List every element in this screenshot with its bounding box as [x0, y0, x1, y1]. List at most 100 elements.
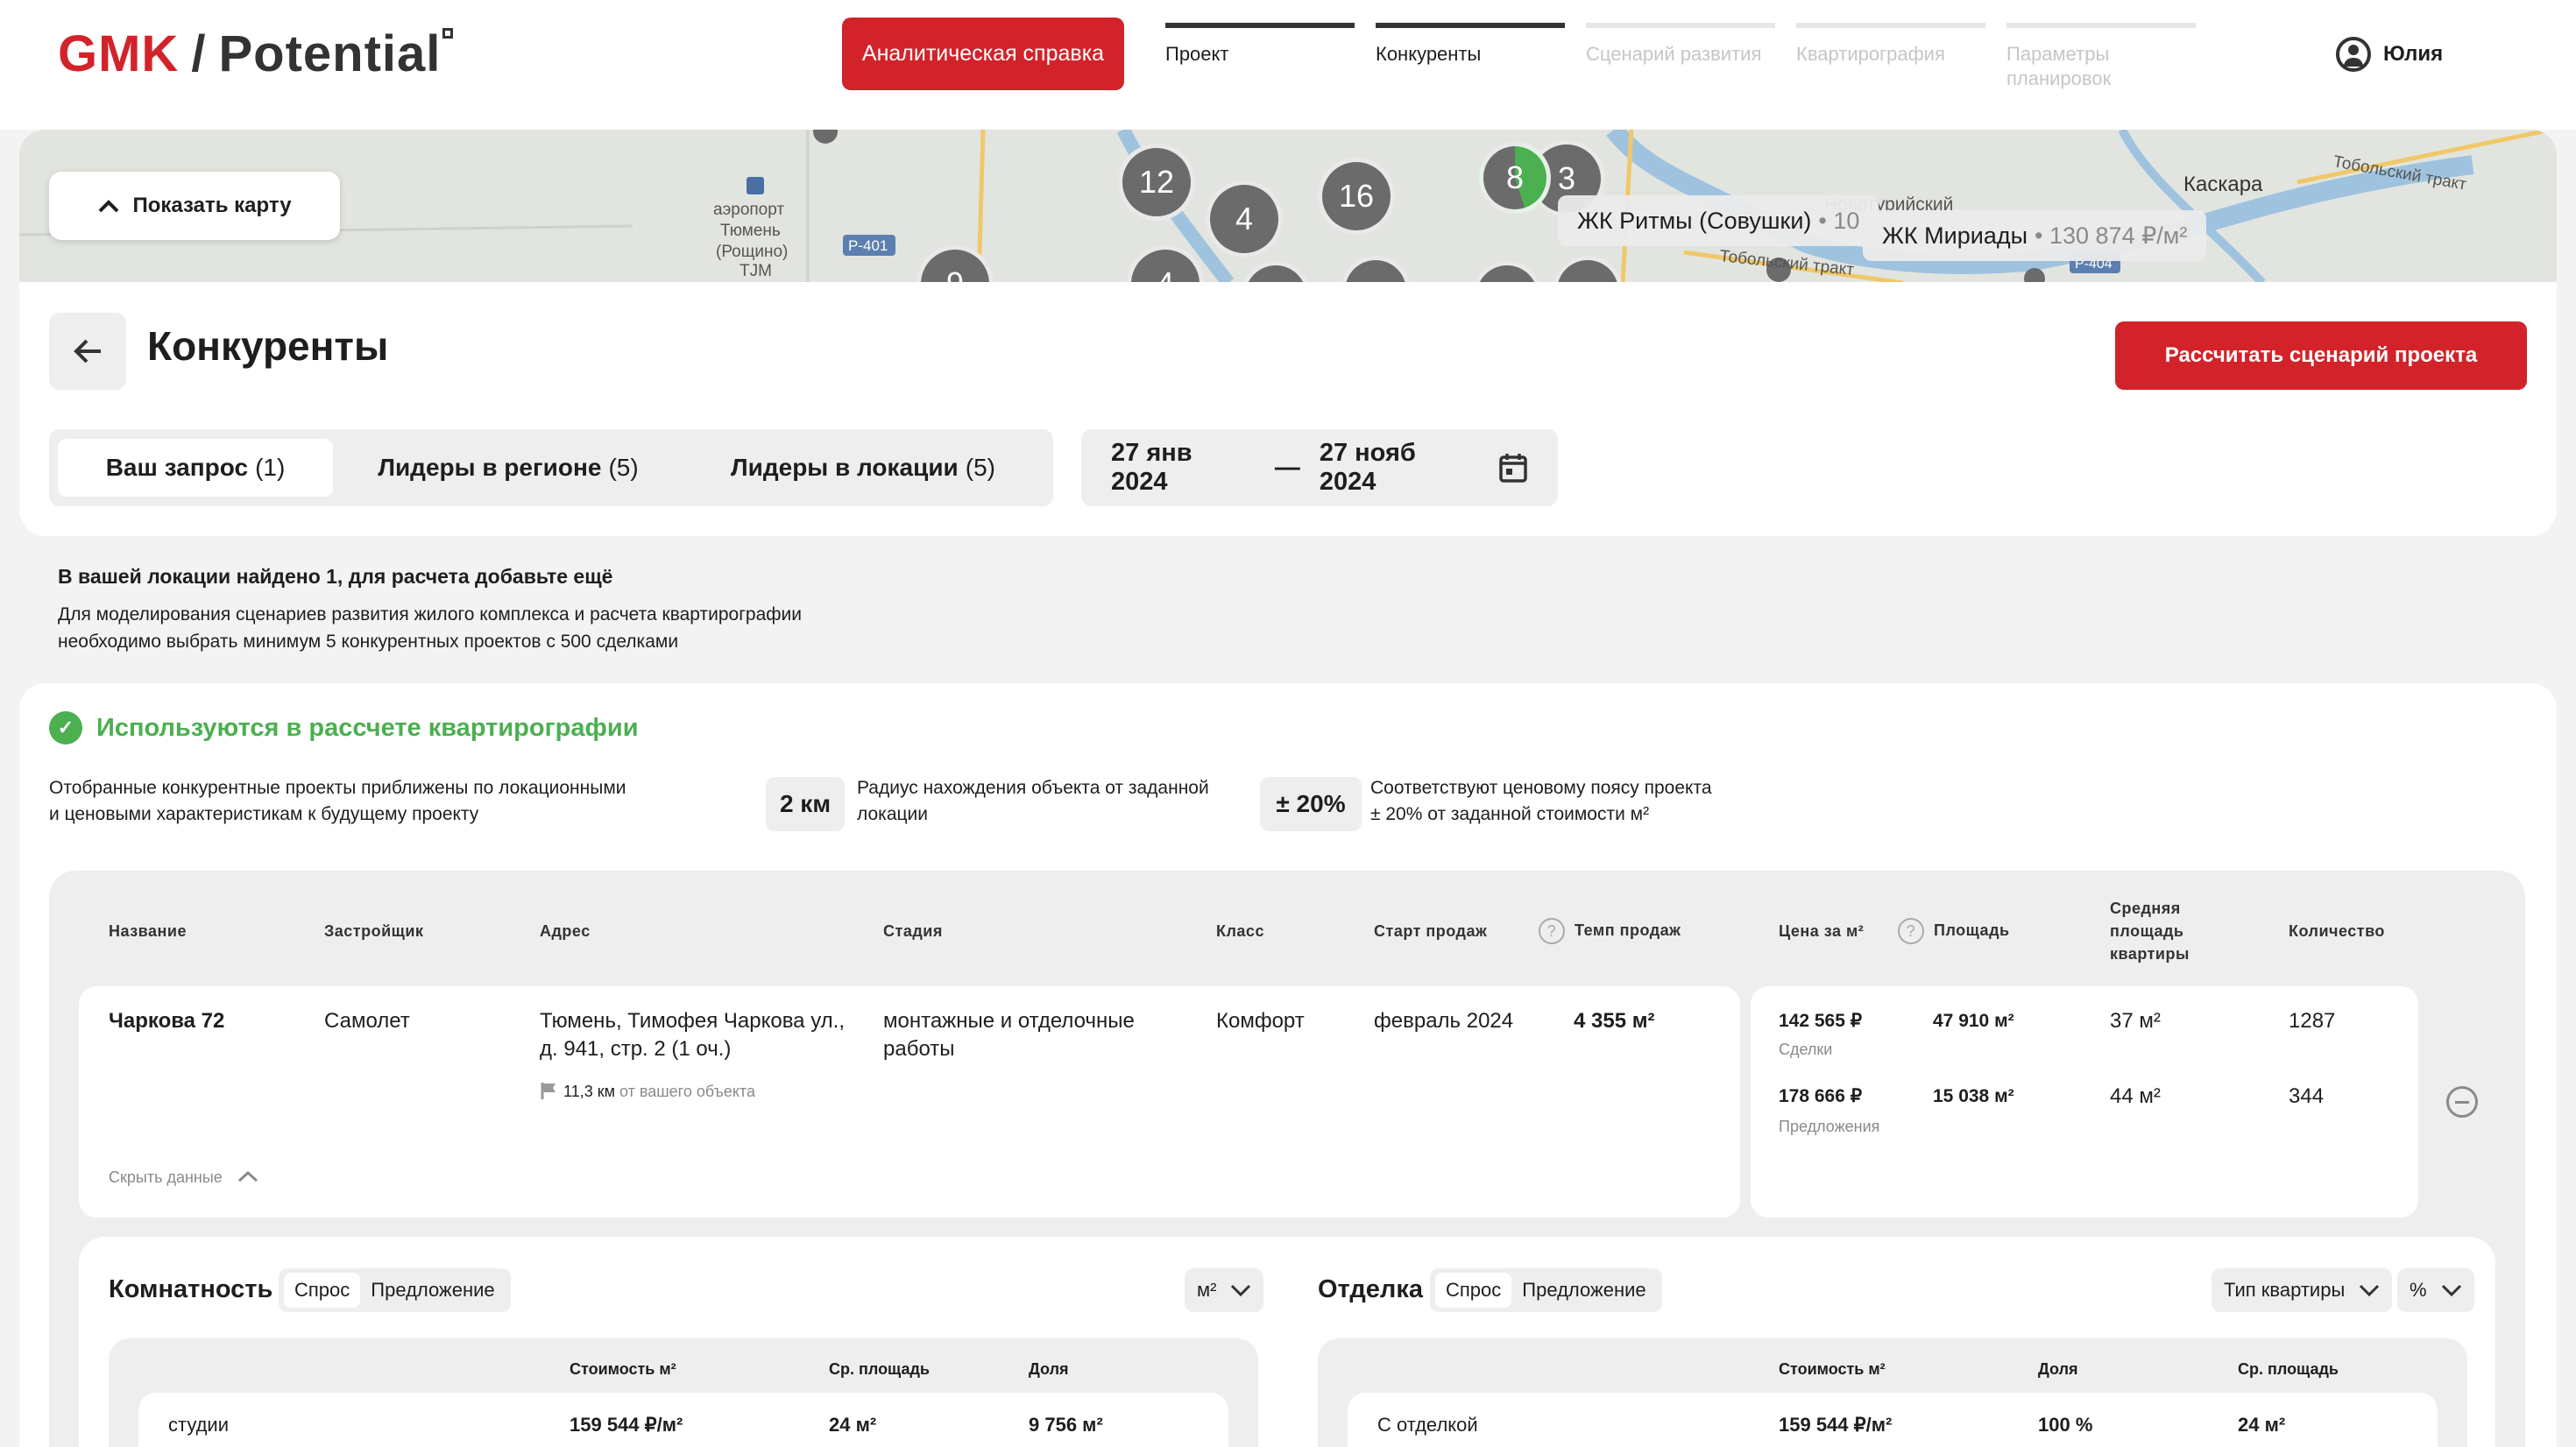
row-name[interactable]: Чаркова 72 [109, 1007, 224, 1035]
col-price[interactable]: Цена за м² [1779, 920, 1864, 942]
rooms-row-area: 24 м² [829, 1414, 877, 1436]
finish-row-name: С отделкой [1377, 1414, 1478, 1436]
calculate-scenario-button[interactable]: Рассчитать сценарий проекта [2115, 321, 2527, 390]
step-layout-params[interactable]: Параметры планировок [2006, 23, 2196, 91]
finish-row-area: 24 м² [2238, 1414, 2286, 1436]
step-project[interactable]: Проект [1165, 23, 1355, 91]
criteria-description: Отобранные конкурентные проекты приближе… [49, 778, 626, 824]
chevron-down-icon [2360, 1284, 2380, 1296]
analytics-report-button[interactable]: Аналитическая справка [842, 18, 1124, 90]
info-heading: В вашей локации найдено 1, для расчета д… [58, 565, 613, 588]
date-to: 27 нояб 2024 [1319, 439, 1416, 496]
back-button[interactable] [49, 313, 126, 390]
map-cluster[interactable]: 16 [1318, 158, 1395, 235]
hide-data-toggle[interactable]: Скрыть данные [109, 1163, 258, 1191]
map-label-tjm: TJM [740, 262, 772, 280]
col-developer[interactable]: Застройщик [324, 920, 423, 942]
finish-col-cost: Стоимость м² [1779, 1360, 1886, 1378]
logo-gmk: GMK [58, 25, 180, 82]
finish-row-share: 100 % [2038, 1414, 2093, 1436]
finish-title: Отделка [1318, 1275, 1423, 1303]
finish-toggle-demand[interactable]: Спрос [1435, 1273, 1512, 1308]
chevron-up-icon [99, 200, 119, 213]
radius-description: Радиус нахождения объекта от заданной лок… [857, 778, 1209, 824]
row-class: Комфорт [1216, 1009, 1305, 1033]
rooms-row-share: 9 756 м² [1029, 1414, 1103, 1436]
finish-col-area: Ср. площадь [2238, 1360, 2339, 1378]
page-title: Конкуренты [147, 323, 389, 369]
rooms-row-name: студии [168, 1414, 230, 1436]
col-stage[interactable]: Стадия [883, 920, 943, 942]
calendar-icon [1499, 454, 1527, 483]
col-quantity[interactable]: Количество [2289, 920, 2385, 942]
rooms-toggle-demand[interactable]: Спрос [284, 1273, 361, 1308]
user-menu[interactable]: Юлия [2336, 37, 2443, 72]
rooms-col-cost: Стоимость м² [570, 1360, 676, 1378]
map-cluster-highlight[interactable]: 8 [1479, 142, 1551, 214]
step-apartment-mix[interactable]: Квартирография [1796, 23, 1985, 91]
map-strip[interactable]: аэропорт Тюмень (Рощино) TJM Р-401 Каска… [19, 130, 2557, 283]
tab-region-leaders[interactable]: Лидеры в регионе (5) [333, 439, 683, 497]
price-range-description: Соответствуют ценовому поясу проекта ± 20… [1370, 778, 1712, 824]
help-icon[interactable]: ? [1539, 918, 1565, 944]
show-map-button[interactable]: Показать карту [49, 172, 340, 240]
date-dash: — [1274, 453, 1300, 482]
tooltip-price: • 10 [1818, 207, 1860, 234]
row-distance: 11,3 км от вашего объекта [540, 1077, 755, 1105]
rooms-toggle-offer[interactable]: Предложение [360, 1273, 505, 1308]
row-stage: монтажные и отделочные работы [883, 1009, 1135, 1061]
map-tooltip-miriady[interactable]: ЖК Мириады • 130 874 ₽/м² [1863, 210, 2207, 261]
arrow-left-icon [74, 339, 101, 364]
remove-competitor-icon[interactable] [2446, 1086, 2478, 1118]
tab-your-request[interactable]: Ваш запрос (1) [58, 439, 333, 497]
map-cluster[interactable]: 4 [1206, 180, 1283, 258]
date-range-picker[interactable]: 27 янв 2024 — 27 нояб 2024 [1081, 429, 1558, 506]
apartment-type-select[interactable]: Тип квартиры [2212, 1268, 2393, 1312]
tab-location-leaders[interactable]: Лидеры в локации (5) [683, 439, 1043, 497]
rooms-unit-select[interactable]: м² [1185, 1268, 1264, 1312]
info-text: Для моделирования сценариев развития жил… [58, 604, 802, 652]
map-label-kaskara: Каскара [2183, 173, 2263, 196]
map-cluster[interactable]: 12 [1118, 144, 1195, 221]
offers-area: 15 038 м² [1933, 1086, 2014, 1106]
map-tooltip-ritmy[interactable]: ЖК Ритмы (Совушки) • 10 [1558, 195, 1879, 246]
map-label-roshino: (Рощино) [716, 243, 788, 261]
col-sales-start[interactable]: Старт продаж [1374, 920, 1487, 942]
offers-label: Предложения [1779, 1118, 1880, 1135]
col-address[interactable]: Адрес [540, 920, 591, 942]
show-map-label: Показать карту [132, 194, 292, 217]
col-avg-area[interactable]: Средняя площадь квартиры [2110, 897, 2190, 965]
row-address: Тюмень, Тимофея Чаркова ул., д. 941, стр.… [540, 1009, 846, 1061]
progress-steps: Проект Конкуренты Сценарий развития Квар… [1165, 23, 2196, 91]
step-scenario[interactable]: Сценарий развития [1586, 23, 1775, 91]
rooms-row-cost: 159 544 ₽/м² [570, 1414, 683, 1436]
help-icon[interactable]: ? [1898, 918, 1924, 944]
price-range-pill: ± 20% [1260, 777, 1362, 831]
date-from: 27 янв 2024 [1111, 439, 1192, 496]
chevron-down-icon [1231, 1284, 1251, 1296]
finish-unit-select[interactable]: % [2397, 1268, 2474, 1312]
deals-area: 47 910 м² [1933, 1011, 2014, 1031]
col-class[interactable]: Класс [1216, 920, 1264, 942]
map-label-tyumen: Тюмень [720, 222, 781, 240]
logo-separator: / [191, 25, 207, 82]
col-name[interactable]: Название [109, 920, 187, 942]
deals-price: 142 565 ₽ [1779, 1011, 1863, 1031]
rooms-col-area: Ср. площадь [829, 1360, 930, 1378]
step-competitors[interactable]: Конкуренты [1376, 23, 1565, 91]
deals-label: Сделки [1779, 1041, 1833, 1058]
section-heading: ✓ Используются в рассчете квартирографии [49, 711, 639, 745]
finish-toggle-offer[interactable]: Предложение [1511, 1273, 1656, 1308]
rooms-col-share: Доля [1029, 1360, 1069, 1378]
map-label-road-r401: Р-401 [848, 237, 888, 254]
col-area[interactable]: ? Площадь [1898, 918, 2010, 944]
finish-col-share: Доля [2038, 1360, 2078, 1378]
user-name: Юлия [2383, 42, 2444, 66]
radius-pill: 2 км [766, 777, 845, 831]
tooltip-name: ЖК Мириады [1882, 222, 2028, 249]
check-badge-icon: ✓ [49, 711, 82, 745]
col-sales-pace[interactable]: ? Темп продаж [1539, 918, 1681, 944]
finish-mode-toggle: Спрос Предложение [1430, 1268, 1662, 1312]
logo[interactable]: GMK / Potential [58, 25, 454, 83]
deals-quantity: 1287 [2289, 1009, 2336, 1033]
